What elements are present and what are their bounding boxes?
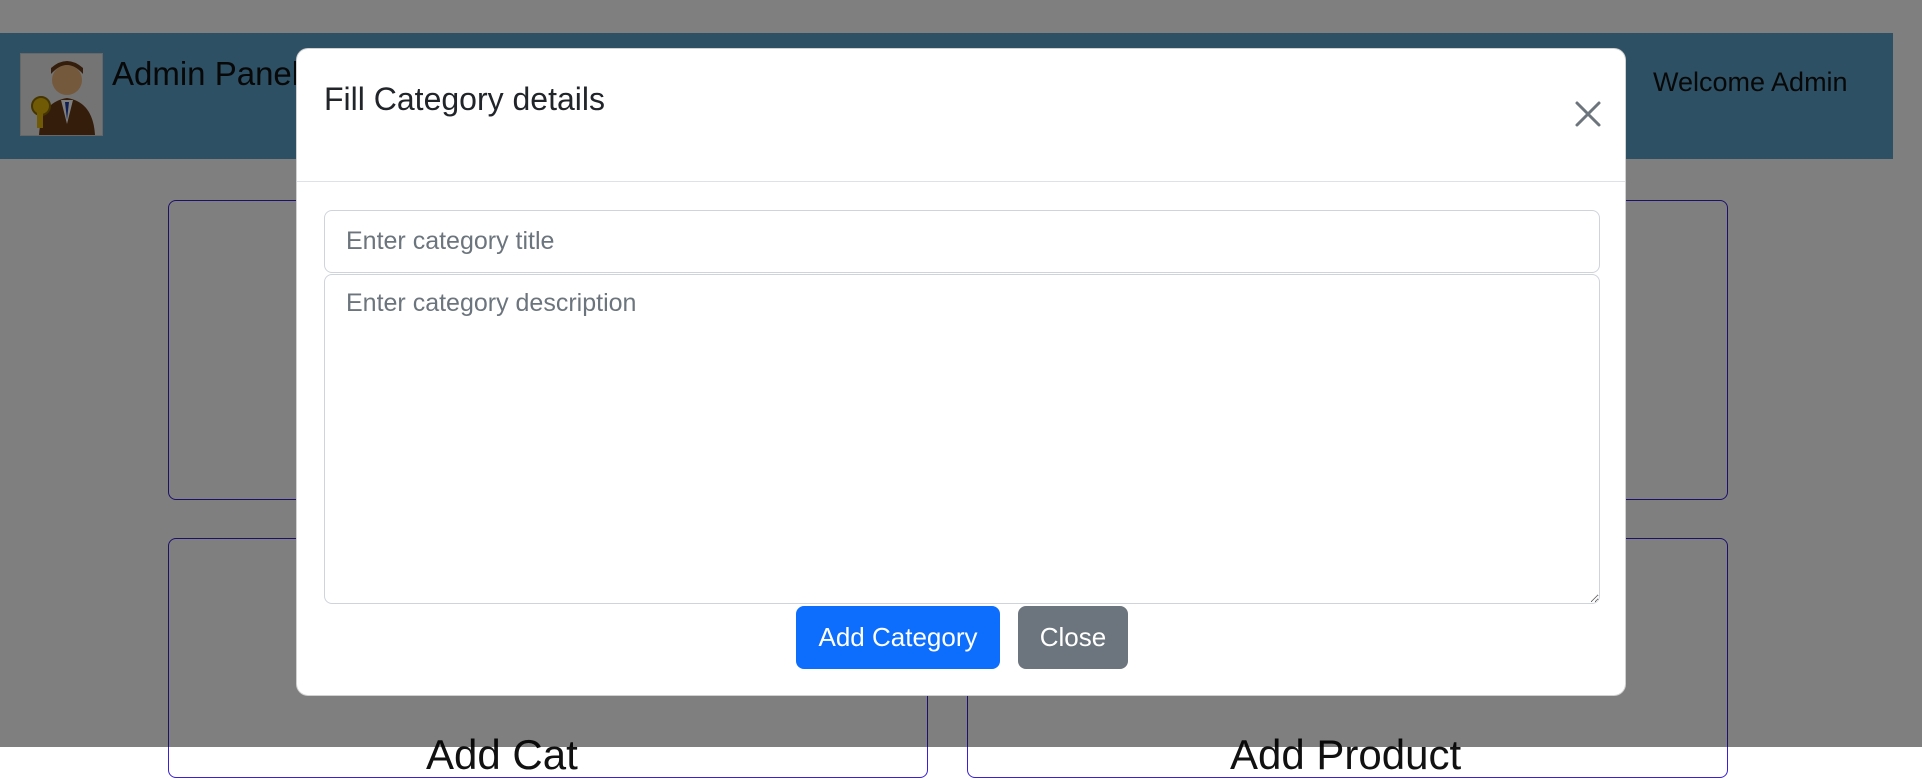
close-icon[interactable] bbox=[1571, 97, 1605, 131]
close-button[interactable]: Close bbox=[1018, 606, 1128, 669]
add-category-button[interactable]: Add Category bbox=[796, 606, 1000, 669]
category-title-input[interactable] bbox=[324, 210, 1600, 273]
add-category-modal: Fill Category details Add Category Close bbox=[296, 48, 1626, 696]
modal-header-divider bbox=[297, 181, 1625, 182]
admin-page: Admin Panel Welcome Admin Add Cat Add Pr… bbox=[0, 0, 1922, 778]
modal-title: Fill Category details bbox=[324, 81, 605, 117]
category-description-input[interactable] bbox=[324, 274, 1600, 604]
